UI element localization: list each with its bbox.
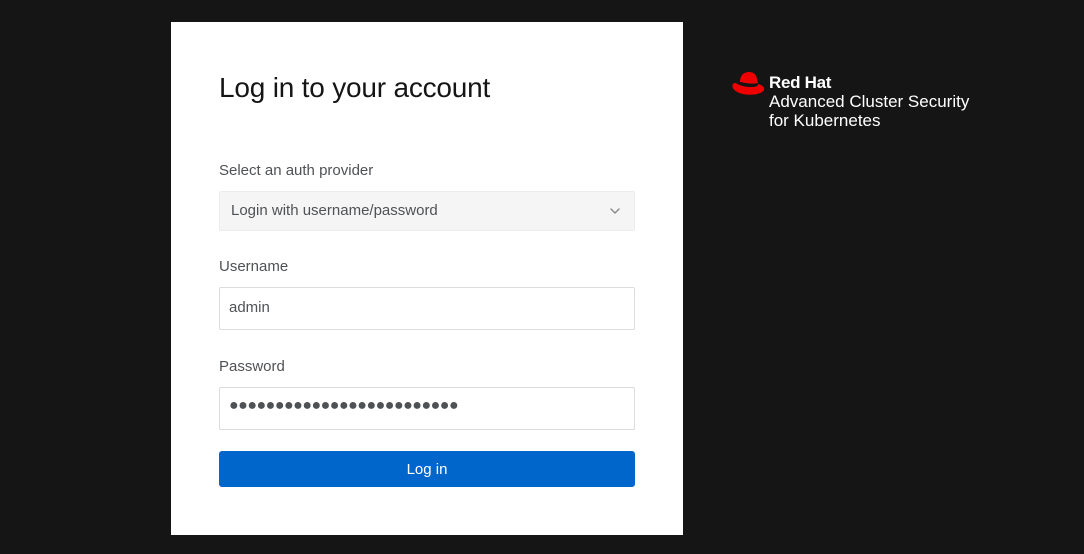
brand-company: Red Hat — [769, 73, 832, 92]
auth-provider-label: Select an auth provider — [219, 162, 374, 179]
login-card: Log in to your account Select an auth pr… — [171, 22, 683, 535]
login-button[interactable]: Log in — [219, 451, 635, 487]
login-page: Log in to your account Select an auth pr… — [0, 0, 1084, 554]
username-field[interactable]: admin — [219, 287, 635, 330]
brand-product-line1: Advanced Cluster Security — [769, 92, 970, 111]
password-field[interactable]: ●●●●●●●●●●●●●●●●●●●●●●●●● — [219, 387, 635, 430]
chevron-down-icon — [610, 208, 620, 214]
auth-provider-value: Login with username/password — [231, 202, 438, 219]
brand-product-line2: for Kubernetes — [769, 111, 881, 130]
auth-provider-select[interactable]: Login with username/password — [219, 191, 635, 231]
brand-logo: Red Hat Advanced Cluster Security for Ku… — [731, 70, 1011, 134]
red-hat-fedora-icon — [732, 72, 765, 95]
password-label: Password — [219, 358, 285, 375]
password-value: ●●●●●●●●●●●●●●●●●●●●●●●●● — [229, 397, 459, 414]
username-value: admin — [229, 299, 270, 316]
username-label: Username — [219, 258, 289, 275]
page-title: Log in to your account — [219, 72, 491, 103]
